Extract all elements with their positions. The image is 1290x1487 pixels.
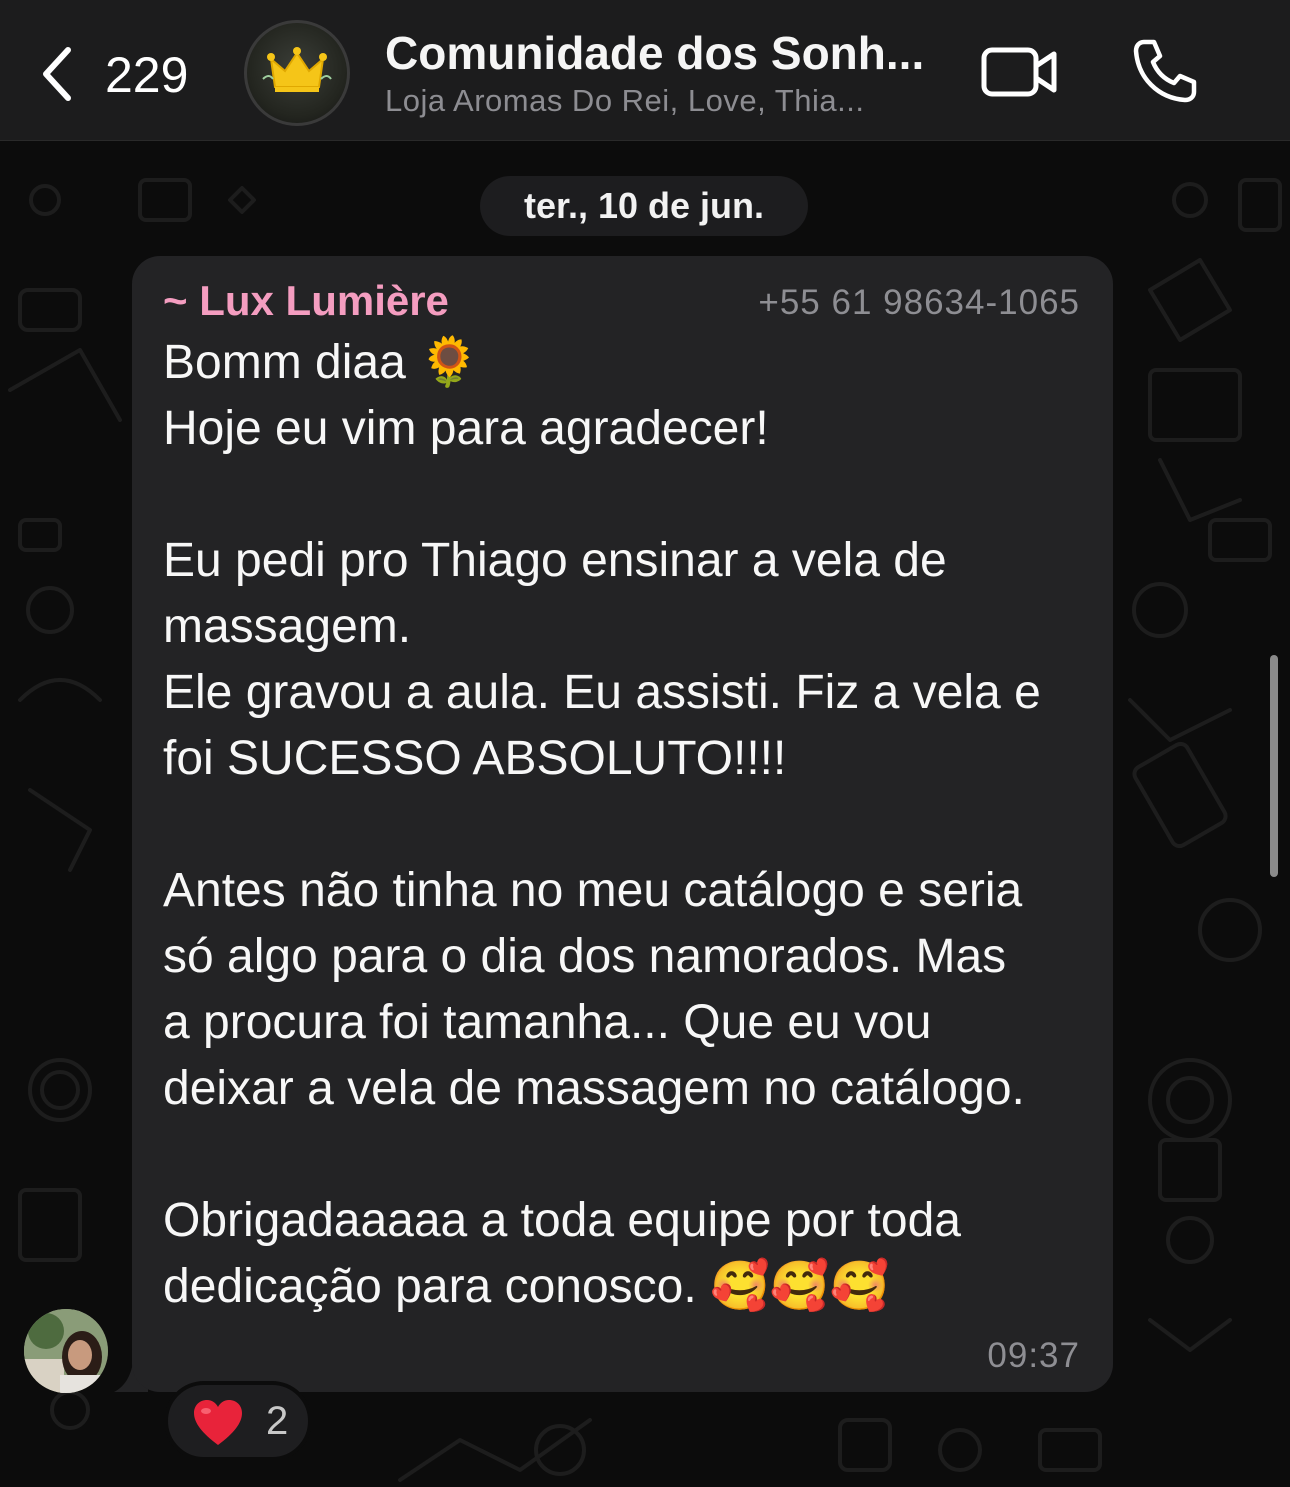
message-line: Ele gravou a aula. Eu assisti. Fiz a vel…: [163, 666, 1041, 719]
crown-icon: [262, 47, 332, 92]
unread-count: 229: [105, 47, 189, 103]
message-line: a procura foi tamanha... Que eu vou: [163, 996, 932, 1049]
message-line: Eu pedi pro Thiago ensinar a vela de: [163, 534, 947, 587]
sender-name[interactable]: ~ Lux Lumière: [163, 277, 449, 325]
message-line: massagem.: [163, 600, 412, 653]
message-line: Hoje eu vim para agradecer!: [163, 402, 769, 455]
sender-phone: +55 61 98634-1065: [758, 283, 1080, 322]
message-line: Antes não tinha no meu catálogo e seria: [163, 864, 1023, 917]
avatar-photo: [24, 1309, 108, 1393]
video-call-button[interactable]: [980, 42, 1060, 102]
message-text: Bomm diaa 🌻 Hoje eu vim para agradecer! …: [163, 330, 1093, 1320]
message-time: 09:37: [987, 1336, 1080, 1375]
group-avatar[interactable]: [244, 20, 350, 126]
chat-members[interactable]: Loja Aromas Do Rei, Love, Thia...: [385, 83, 945, 119]
message-line: só algo para o dia dos namorados. Mas: [163, 930, 1007, 983]
message-line: [163, 462, 1093, 528]
date-separator: ter., 10 de jun.: [480, 176, 808, 236]
chat-title[interactable]: Comunidade dos Sonh...: [385, 26, 945, 80]
reaction-count: 2: [266, 1399, 289, 1443]
message-line: Obrigadaaaaa a toda equipe por toda: [163, 1194, 961, 1247]
message-line: deixar a vela de massagem no catálogo.: [163, 1062, 1025, 1115]
message-line: Bomm diaa 🌻: [163, 336, 479, 389]
sender-avatar[interactable]: [24, 1309, 108, 1393]
message-line: [163, 792, 1093, 858]
chevron-left-icon: [43, 47, 71, 101]
back-button[interactable]: 229: [30, 38, 210, 110]
message-line: foi SUCESSO ABSOLUTO!!!!: [163, 732, 787, 785]
voice-call-button[interactable]: [1130, 36, 1200, 106]
chat-header: 229 Comunidade dos Sonh... Loja Aromas D…: [0, 0, 1290, 141]
video-camera-icon: [981, 47, 1057, 97]
message-line: [163, 1122, 1093, 1188]
phone-icon: [1133, 39, 1197, 103]
message-line: dedicação para conosco. 🥰🥰🥰: [163, 1260, 890, 1313]
reaction-badge[interactable]: 2: [164, 1381, 312, 1461]
scrollbar[interactable]: [1270, 655, 1278, 877]
heart-icon: [194, 1400, 242, 1445]
